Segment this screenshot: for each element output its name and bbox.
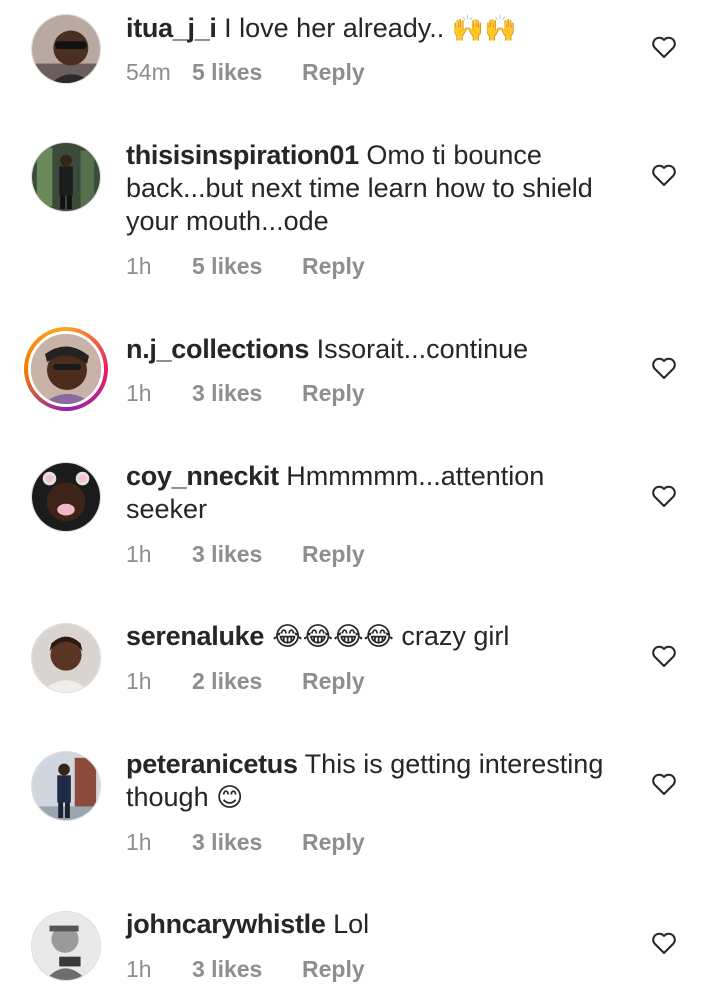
comment-likes[interactable]: 3 likes (192, 829, 302, 856)
comment-time: 1h (126, 541, 152, 567)
comment-text: coy_nneckit Hmmmmm...attention seeker (126, 460, 626, 527)
reply-button[interactable]: Reply (302, 253, 365, 280)
comment-meta: 54m 5 likes Reply (126, 59, 365, 86)
comment-username[interactable]: n.j_collections (126, 334, 309, 364)
avatar (28, 331, 104, 407)
reply-button[interactable]: Reply (302, 541, 365, 568)
comment-likes[interactable]: 2 likes (192, 668, 302, 695)
heart-outline-icon[interactable] (651, 356, 677, 380)
comment-username[interactable]: thisisinspiration01 (126, 140, 359, 170)
comment-meta: 1h 3 likes Reply (126, 380, 365, 407)
reply-button[interactable]: Reply (302, 380, 365, 407)
comment-body: crazy girl (393, 621, 510, 651)
comment-emoji: 😊 (216, 783, 244, 813)
avatar[interactable] (31, 911, 101, 981)
avatar[interactable] (31, 14, 101, 84)
avatar[interactable] (31, 751, 101, 821)
reply-button[interactable]: Reply (302, 956, 365, 983)
comment-text: peteranicetus This is getting interestin… (126, 748, 626, 815)
comment-text: serenaluke 😂😂😂😂 crazy girl (126, 620, 626, 654)
comment-emoji: 🙌🙌 (451, 14, 517, 44)
comment-meta: 1h 3 likes Reply (126, 829, 365, 856)
comment-username[interactable]: serenaluke (126, 621, 264, 651)
comment-username[interactable]: peteranicetus (126, 749, 298, 779)
comment-likes[interactable]: 5 likes (192, 59, 302, 86)
comment-text: n.j_collections Issorait...continue (126, 333, 626, 367)
heart-outline-icon[interactable] (651, 931, 677, 955)
comment-text: itua_j_i I love her already.. 🙌🙌 (126, 12, 626, 46)
comment-username[interactable]: johncarywhistle (126, 909, 326, 939)
comment-meta: 1h 3 likes Reply (126, 541, 365, 568)
reply-button[interactable]: Reply (302, 668, 365, 695)
comment-likes[interactable]: 3 likes (192, 380, 302, 407)
heart-outline-icon[interactable] (651, 163, 677, 187)
heart-outline-icon[interactable] (651, 772, 677, 796)
comment-body: Issorait...continue (309, 334, 529, 364)
reply-button[interactable]: Reply (302, 829, 365, 856)
comment-body: Lol (325, 909, 370, 939)
heart-outline-icon[interactable] (651, 35, 677, 59)
comment-text: thisisinspiration01 Omo ti bounce back..… (126, 139, 626, 239)
avatar-story-ring[interactable] (24, 327, 108, 411)
comment-time: 1h (126, 668, 152, 694)
heart-outline-icon[interactable] (651, 484, 677, 508)
comment-username[interactable]: itua_j_i (126, 13, 217, 43)
comment-time: 1h (126, 956, 152, 982)
comment-emoji: 😂😂😂😂 (264, 622, 394, 652)
heart-outline-icon[interactable] (651, 644, 677, 668)
reply-button[interactable]: Reply (302, 59, 365, 86)
comment-meta: 1h 2 likes Reply (126, 668, 365, 695)
comment-likes[interactable]: 5 likes (192, 253, 302, 280)
avatar[interactable] (31, 623, 101, 693)
comment-meta: 1h 3 likes Reply (126, 956, 365, 983)
comment-username[interactable]: coy_nneckit (126, 461, 279, 491)
comment-text: johncarywhistle Lol (126, 908, 626, 942)
comment-likes[interactable]: 3 likes (192, 956, 302, 983)
comment-time: 1h (126, 380, 152, 406)
comment-meta: 1h 5 likes Reply (126, 253, 365, 280)
avatar[interactable] (31, 142, 101, 212)
comment-body: I love her already.. (216, 13, 452, 43)
avatar[interactable] (31, 462, 101, 532)
comment-time: 1h (126, 253, 152, 279)
comment-time: 1h (126, 829, 152, 855)
comment-time: 54m (126, 59, 171, 85)
comment-likes[interactable]: 3 likes (192, 541, 302, 568)
